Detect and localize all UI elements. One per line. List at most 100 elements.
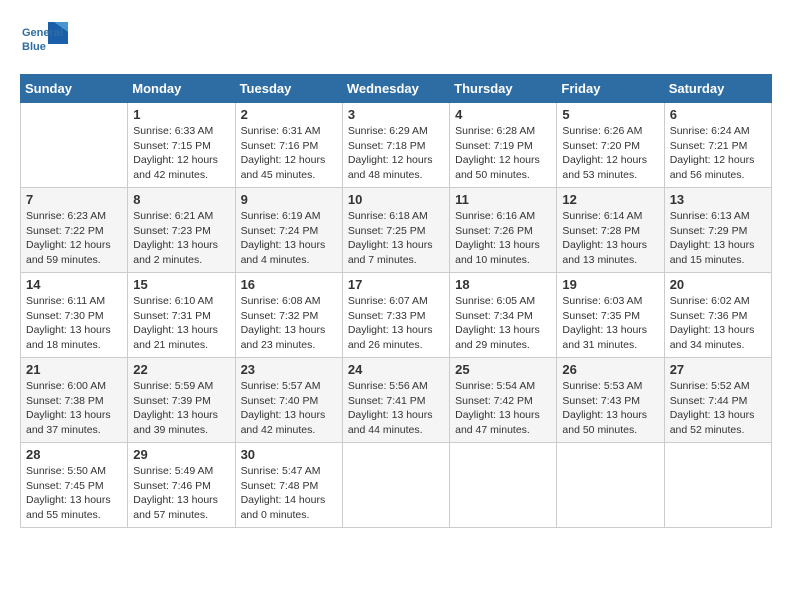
day-header-tuesday: Tuesday xyxy=(235,75,342,103)
day-info: Sunrise: 6:19 AMSunset: 7:24 PMDaylight:… xyxy=(241,209,337,268)
header-row: SundayMondayTuesdayWednesdayThursdayFrid… xyxy=(21,75,772,103)
calendar-cell: 12 Sunrise: 6:14 AMSunset: 7:28 PMDayligh… xyxy=(557,188,664,273)
day-header-friday: Friday xyxy=(557,75,664,103)
day-number: 16 xyxy=(241,277,337,292)
calendar-cell: 5 Sunrise: 6:26 AMSunset: 7:20 PMDaylight… xyxy=(557,103,664,188)
day-info: Sunrise: 6:07 AMSunset: 7:33 PMDaylight:… xyxy=(348,294,444,353)
day-info: Sunrise: 5:56 AMSunset: 7:41 PMDaylight:… xyxy=(348,379,444,438)
calendar-cell xyxy=(342,443,449,528)
day-number: 6 xyxy=(670,107,766,122)
calendar-cell: 27 Sunrise: 5:52 AMSunset: 7:44 PMDayligh… xyxy=(664,358,771,443)
day-info: Sunrise: 6:13 AMSunset: 7:29 PMDaylight:… xyxy=(670,209,766,268)
day-number: 11 xyxy=(455,192,551,207)
calendar-cell xyxy=(450,443,557,528)
calendar-cell: 28 Sunrise: 5:50 AMSunset: 7:45 PMDayligh… xyxy=(21,443,128,528)
calendar-cell: 22 Sunrise: 5:59 AMSunset: 7:39 PMDayligh… xyxy=(128,358,235,443)
calendar-cell xyxy=(21,103,128,188)
day-number: 27 xyxy=(670,362,766,377)
calendar-cell: 30Sunrise: 5:47 AMSunset: 7:48 PMDayligh… xyxy=(235,443,342,528)
week-row-5: 28 Sunrise: 5:50 AMSunset: 7:45 PMDayligh… xyxy=(21,443,772,528)
day-info: Sunrise: 5:59 AMSunset: 7:39 PMDaylight:… xyxy=(133,379,229,438)
day-number: 13 xyxy=(670,192,766,207)
week-row-3: 14 Sunrise: 6:11 AMSunset: 7:30 PMDayligh… xyxy=(21,273,772,358)
day-info: Sunrise: 6:08 AMSunset: 7:32 PMDaylight:… xyxy=(241,294,337,353)
logo-svg: General Blue xyxy=(20,20,70,64)
day-number: 24 xyxy=(348,362,444,377)
calendar-cell: 7 Sunrise: 6:23 AMSunset: 7:22 PMDaylight… xyxy=(21,188,128,273)
day-info: Sunrise: 6:18 AMSunset: 7:25 PMDaylight:… xyxy=(348,209,444,268)
day-info: Sunrise: 6:16 AMSunset: 7:26 PMDaylight:… xyxy=(455,209,551,268)
week-row-4: 21 Sunrise: 6:00 AMSunset: 7:38 PMDayligh… xyxy=(21,358,772,443)
calendar-cell: 2 Sunrise: 6:31 AMSunset: 7:16 PMDaylight… xyxy=(235,103,342,188)
day-info: Sunrise: 6:33 AMSunset: 7:15 PMDaylight:… xyxy=(133,124,229,183)
calendar-cell: 24 Sunrise: 5:56 AMSunset: 7:41 PMDayligh… xyxy=(342,358,449,443)
day-header-wednesday: Wednesday xyxy=(342,75,449,103)
calendar-cell: 17Sunrise: 6:07 AMSunset: 7:33 PMDayligh… xyxy=(342,273,449,358)
day-number: 23 xyxy=(241,362,337,377)
day-info: Sunrise: 6:11 AMSunset: 7:30 PMDaylight:… xyxy=(26,294,122,353)
calendar-cell: 20Sunrise: 6:02 AMSunset: 7:36 PMDayligh… xyxy=(664,273,771,358)
calendar-cell: 6 Sunrise: 6:24 AMSunset: 7:21 PMDaylight… xyxy=(664,103,771,188)
day-number: 8 xyxy=(133,192,229,207)
calendar-cell: 10 Sunrise: 6:18 AMSunset: 7:25 PMDayligh… xyxy=(342,188,449,273)
day-number: 1 xyxy=(133,107,229,122)
day-info: Sunrise: 5:47 AMSunset: 7:48 PMDaylight:… xyxy=(241,464,337,523)
day-info: Sunrise: 6:00 AMSunset: 7:38 PMDaylight:… xyxy=(26,379,122,438)
svg-text:Blue: Blue xyxy=(22,41,46,53)
day-info: Sunrise: 5:54 AMSunset: 7:42 PMDaylight:… xyxy=(455,379,551,438)
calendar-cell: 11 Sunrise: 6:16 AMSunset: 7:26 PMDayligh… xyxy=(450,188,557,273)
day-info: Sunrise: 6:28 AMSunset: 7:19 PMDaylight:… xyxy=(455,124,551,183)
day-info: Sunrise: 6:31 AMSunset: 7:16 PMDaylight:… xyxy=(241,124,337,183)
calendar-cell: 14 Sunrise: 6:11 AMSunset: 7:30 PMDayligh… xyxy=(21,273,128,358)
day-info: Sunrise: 6:24 AMSunset: 7:21 PMDaylight:… xyxy=(670,124,766,183)
day-number: 7 xyxy=(26,192,122,207)
day-info: Sunrise: 6:03 AMSunset: 7:35 PMDaylight:… xyxy=(562,294,658,353)
calendar-cell: 13 Sunrise: 6:13 AMSunset: 7:29 PMDayligh… xyxy=(664,188,771,273)
day-info: Sunrise: 5:50 AMSunset: 7:45 PMDaylight:… xyxy=(26,464,122,523)
day-info: Sunrise: 6:21 AMSunset: 7:23 PMDaylight:… xyxy=(133,209,229,268)
day-info: Sunrise: 6:14 AMSunset: 7:28 PMDaylight:… xyxy=(562,209,658,268)
day-info: Sunrise: 6:05 AMSunset: 7:34 PMDaylight:… xyxy=(455,294,551,353)
calendar-cell: 15Sunrise: 6:10 AMSunset: 7:31 PMDayligh… xyxy=(128,273,235,358)
day-number: 2 xyxy=(241,107,337,122)
day-info: Sunrise: 6:26 AMSunset: 7:20 PMDaylight:… xyxy=(562,124,658,183)
day-header-saturday: Saturday xyxy=(664,75,771,103)
day-number: 3 xyxy=(348,107,444,122)
day-number: 15 xyxy=(133,277,229,292)
day-info: Sunrise: 6:02 AMSunset: 7:36 PMDaylight:… xyxy=(670,294,766,353)
day-info: Sunrise: 5:57 AMSunset: 7:40 PMDaylight:… xyxy=(241,379,337,438)
day-number: 28 xyxy=(26,447,122,462)
day-number: 10 xyxy=(348,192,444,207)
calendar-cell: 19 Sunrise: 6:03 AMSunset: 7:35 PMDayligh… xyxy=(557,273,664,358)
day-header-thursday: Thursday xyxy=(450,75,557,103)
calendar-cell: 23 Sunrise: 5:57 AMSunset: 7:40 PMDayligh… xyxy=(235,358,342,443)
calendar-cell: 16 Sunrise: 6:08 AMSunset: 7:32 PMDayligh… xyxy=(235,273,342,358)
day-number: 21 xyxy=(26,362,122,377)
day-number: 5 xyxy=(562,107,658,122)
day-number: 4 xyxy=(455,107,551,122)
day-number: 22 xyxy=(133,362,229,377)
calendar-cell xyxy=(557,443,664,528)
day-number: 26 xyxy=(562,362,658,377)
week-row-2: 7 Sunrise: 6:23 AMSunset: 7:22 PMDaylight… xyxy=(21,188,772,273)
day-header-sunday: Sunday xyxy=(21,75,128,103)
logo: General Blue xyxy=(20,20,70,64)
calendar-cell: 8 Sunrise: 6:21 AMSunset: 7:23 PMDaylight… xyxy=(128,188,235,273)
week-row-1: 1 Sunrise: 6:33 AMSunset: 7:15 PMDaylight… xyxy=(21,103,772,188)
day-number: 9 xyxy=(241,192,337,207)
calendar-cell: 3 Sunrise: 6:29 AMSunset: 7:18 PMDaylight… xyxy=(342,103,449,188)
day-info: Sunrise: 6:23 AMSunset: 7:22 PMDaylight:… xyxy=(26,209,122,268)
calendar-cell: 1 Sunrise: 6:33 AMSunset: 7:15 PMDaylight… xyxy=(128,103,235,188)
day-info: Sunrise: 6:29 AMSunset: 7:18 PMDaylight:… xyxy=(348,124,444,183)
day-number: 12 xyxy=(562,192,658,207)
day-info: Sunrise: 5:52 AMSunset: 7:44 PMDaylight:… xyxy=(670,379,766,438)
calendar-cell: 4 Sunrise: 6:28 AMSunset: 7:19 PMDaylight… xyxy=(450,103,557,188)
day-header-monday: Monday xyxy=(128,75,235,103)
day-number: 19 xyxy=(562,277,658,292)
calendar-cell: 18Sunrise: 6:05 AMSunset: 7:34 PMDayligh… xyxy=(450,273,557,358)
calendar-cell: 21 Sunrise: 6:00 AMSunset: 7:38 PMDayligh… xyxy=(21,358,128,443)
header: General Blue xyxy=(20,20,772,64)
day-number: 29 xyxy=(133,447,229,462)
day-number: 14 xyxy=(26,277,122,292)
day-number: 25 xyxy=(455,362,551,377)
